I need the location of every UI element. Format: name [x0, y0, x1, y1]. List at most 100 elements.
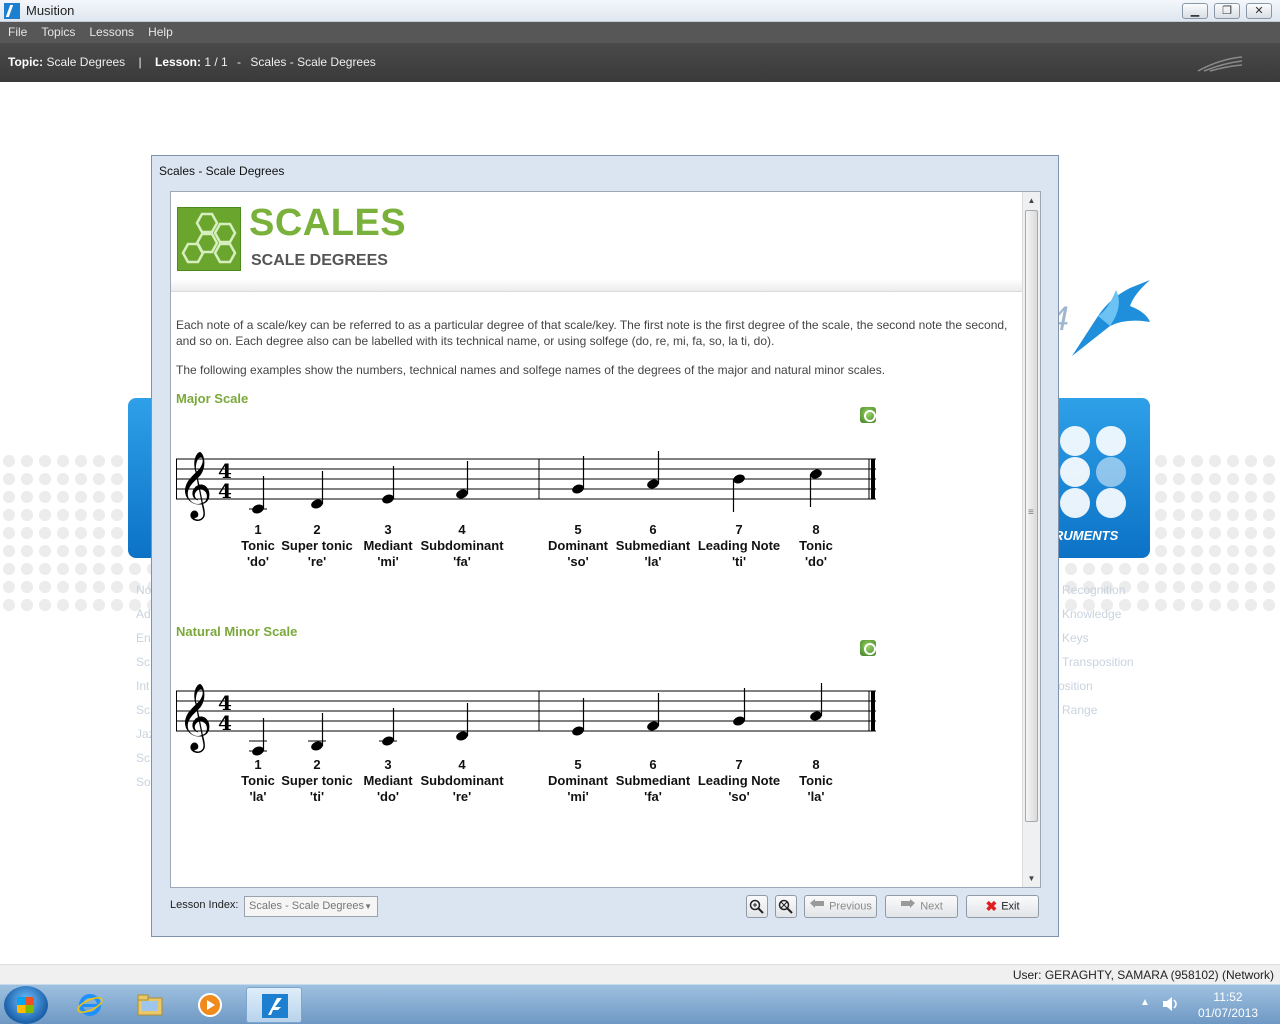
- degree-num: 1: [254, 757, 262, 772]
- topic-value: Scale Degrees: [46, 55, 126, 69]
- lesson-index-select[interactable]: Scales - Scale Degrees ▼: [244, 896, 378, 917]
- degree-num: 3: [384, 522, 392, 537]
- close-button[interactable]: ✕: [1246, 3, 1272, 19]
- degree-solfege: 're': [307, 554, 327, 569]
- degree-solfege: 'so': [567, 554, 589, 569]
- degree-name: Super tonic: [281, 773, 353, 788]
- internet-explorer-taskbar-button[interactable]: [62, 987, 118, 1023]
- degree-solfege: 'do': [804, 554, 828, 569]
- musition-taskbar-button[interactable]: [246, 987, 302, 1023]
- menu-help[interactable]: Help: [141, 22, 180, 43]
- circle-icon: [1096, 457, 1126, 487]
- lesson-content: SCALES SCALE DEGREES Each note of a scal…: [171, 192, 1022, 887]
- clock-time: 11:52: [1213, 990, 1243, 1004]
- degree-solfege: 'mi': [377, 554, 399, 569]
- zoom-in-button[interactable]: [746, 895, 768, 918]
- time-signature-bottom: 4: [218, 479, 232, 503]
- next-label: Next: [920, 900, 943, 913]
- degree-name: Leading Note: [697, 538, 781, 553]
- scroll-thumb[interactable]: [1025, 210, 1038, 822]
- scales-hexagon-icon: [177, 207, 241, 271]
- play-audio-icon[interactable]: [860, 407, 876, 423]
- scroll-down-icon[interactable]: ▼: [1023, 870, 1040, 887]
- zoom-in-icon: [749, 899, 764, 914]
- degree-name: Subdominant: [420, 773, 504, 788]
- menu-file[interactable]: File: [0, 22, 34, 43]
- degree-solfege: 'ti': [731, 554, 747, 569]
- zoom-out-button[interactable]: [775, 895, 797, 918]
- degree-num: 1: [254, 522, 262, 537]
- degree-solfege: 'mi': [567, 789, 589, 804]
- scale-degree-label: 6 Submediant'la': [616, 522, 690, 570]
- instruments-label: RUMENTS: [1054, 528, 1119, 543]
- lesson-content-frame: SCALES SCALE DEGREES Each note of a scal…: [170, 191, 1041, 888]
- degree-num: 4: [458, 522, 466, 537]
- taskbar: ▲ 11:52 01/07/2013: [0, 984, 1280, 1024]
- scale-degree-label: 5 Dominant'mi': [548, 757, 608, 805]
- clock-date: 01/07/2013: [1197, 1006, 1259, 1020]
- degree-name: Tonic: [799, 773, 833, 788]
- degree-num: 8: [812, 522, 820, 537]
- degree-num: 2: [313, 522, 321, 537]
- intro-paragraph: Each note of a scale/key can be referred…: [176, 318, 1008, 348]
- degree-solfege: 'ti': [309, 789, 325, 804]
- scale-degree-label: 2 Super tonic'ti': [281, 757, 353, 805]
- media-player-taskbar-button[interactable]: [182, 987, 238, 1023]
- degree-name: Mediant: [363, 538, 413, 553]
- exit-button[interactable]: ✖ Exit: [966, 895, 1039, 918]
- scroll-up-icon[interactable]: ▲: [1023, 192, 1040, 209]
- circle-icon: [1060, 426, 1090, 456]
- swoosh-logo-icon: [1197, 56, 1243, 72]
- lesson-index-label: Lesson Index:: [170, 899, 239, 911]
- chevron-down-icon: ▼: [364, 902, 372, 911]
- topic-separator: |: [138, 55, 142, 69]
- next-button[interactable]: Next: [885, 895, 958, 918]
- treble-clef-icon: 𝄞: [178, 450, 212, 521]
- degree-name: Tonic: [241, 538, 275, 553]
- degree-num: 7: [735, 757, 743, 772]
- lesson-title: Scales - Scale Degrees: [250, 55, 376, 69]
- topic-label: Topic:: [8, 55, 44, 69]
- volume-icon[interactable]: [1162, 996, 1180, 1012]
- degree-name: Tonic: [241, 773, 275, 788]
- minor-notes: [249, 683, 823, 756]
- musition-app-icon: [4, 3, 20, 19]
- internet-explorer-icon: [77, 994, 103, 1016]
- degree-name: Leading Note: [697, 773, 781, 788]
- lesson-dash: -: [237, 55, 242, 69]
- degree-solfege: 'la': [249, 789, 267, 804]
- menu-topics[interactable]: Topics: [34, 22, 82, 43]
- show-hidden-icons-icon[interactable]: ▲: [1140, 997, 1150, 1008]
- content-scrollbar[interactable]: ▲ ▼: [1022, 192, 1040, 887]
- time-signature-bottom: 4: [218, 711, 232, 735]
- menu-lessons[interactable]: Lessons: [82, 22, 141, 43]
- degree-num: 2: [313, 757, 321, 772]
- restore-button[interactable]: ❐: [1214, 3, 1240, 19]
- explorer-taskbar-button[interactable]: [122, 987, 178, 1023]
- degree-num: 8: [812, 757, 820, 772]
- topic-bar: Topic: Scale Degrees | Lesson: 1 / 1 - S…: [0, 43, 1280, 82]
- minor-scale-title: Natural Minor Scale: [176, 624, 298, 639]
- dialog-title: Scales - Scale Degrees: [159, 164, 285, 178]
- scale-degree-label: 2 Super tonic're': [281, 522, 353, 570]
- treble-clef-icon: 𝄞: [178, 682, 212, 753]
- scale-degree-label: 7 Leading Note'so': [698, 757, 780, 805]
- lesson-subheading: SCALE DEGREES: [251, 252, 388, 269]
- minimize-button[interactable]: ▁: [1182, 3, 1208, 19]
- status-bar: User: GERAGHTY, SAMARA (958102) (Network…: [0, 964, 1280, 984]
- degree-name: Submediant: [615, 538, 691, 553]
- degree-solfege: 'la': [807, 789, 825, 804]
- degree-name: Mediant: [363, 773, 413, 788]
- play-audio-icon[interactable]: [860, 640, 876, 656]
- folder-icon: [137, 994, 163, 1016]
- clock[interactable]: 11:52 01/07/2013: [1188, 989, 1268, 1021]
- minor-scale-staff: 𝄞 4 4: [176, 682, 876, 756]
- degree-solfege: 'fa': [644, 789, 662, 804]
- start-button[interactable]: [4, 986, 48, 1024]
- degree-num: 5: [574, 757, 582, 772]
- close-icon: ✖: [985, 898, 998, 914]
- major-notes: [249, 451, 822, 514]
- degree-solfege: 'do': [246, 554, 270, 569]
- previous-button[interactable]: Previous: [804, 895, 877, 918]
- degree-solfege: 'so': [728, 789, 750, 804]
